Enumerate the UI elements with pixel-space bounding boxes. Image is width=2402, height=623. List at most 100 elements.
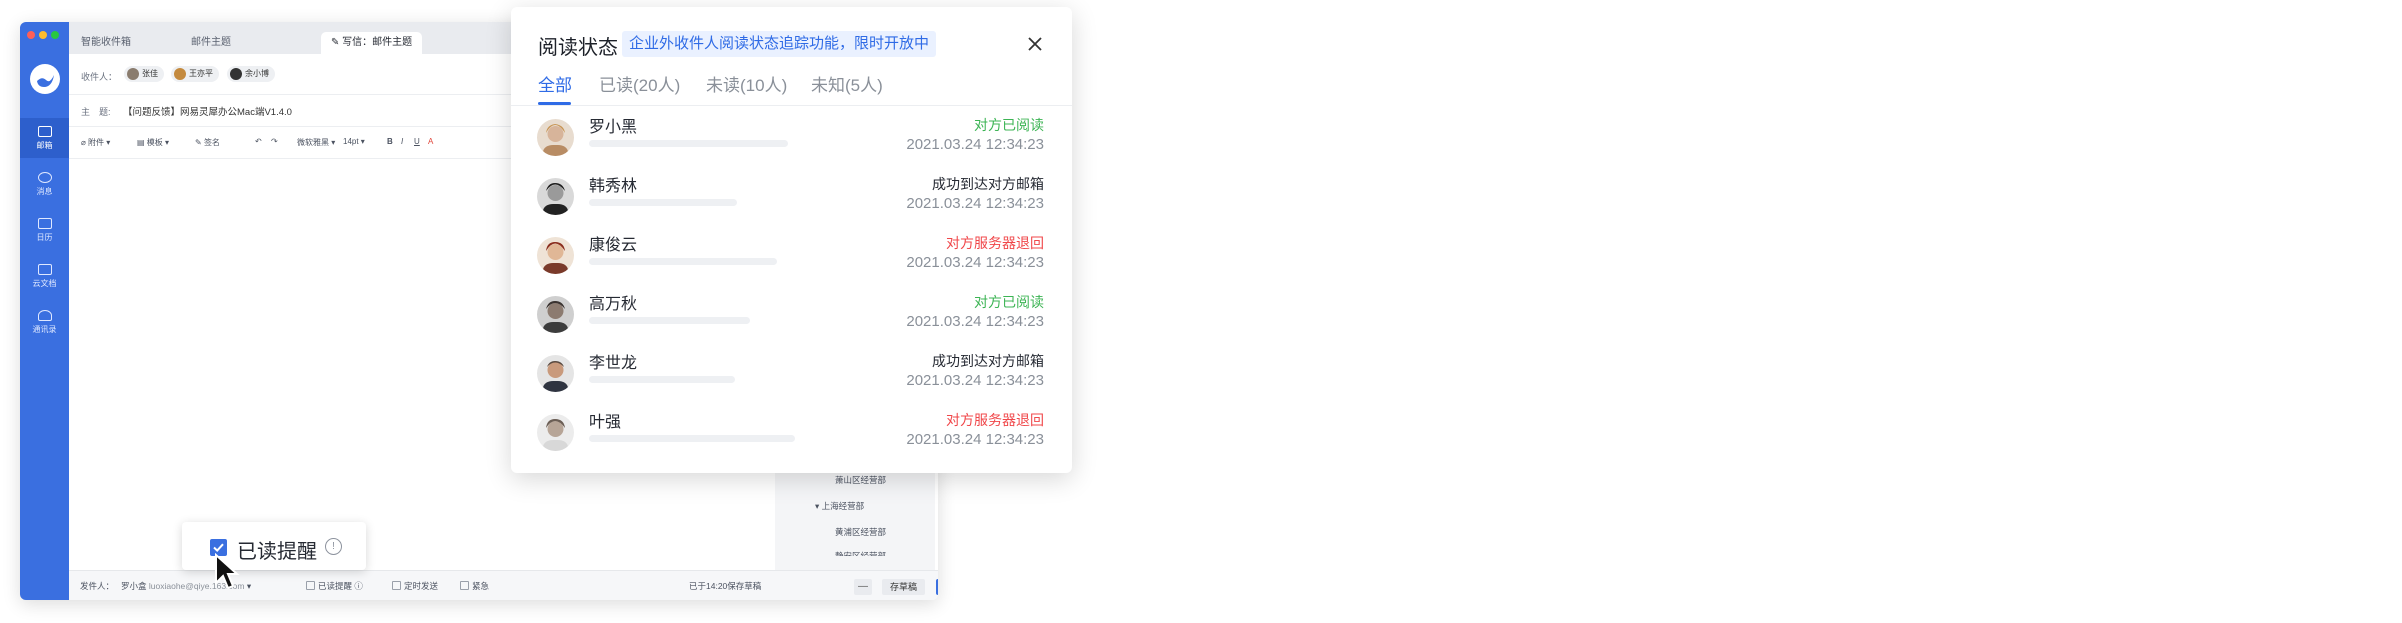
send-button[interactable]: 发送: [936, 579, 938, 595]
delivery-status: 对方服务器退回: [946, 412, 1044, 428]
subject-input[interactable]: 【问题反馈】网易灵犀办公Mac端V1.4.0: [123, 104, 292, 118]
recipient-name: 张佳: [142, 69, 158, 78]
avatar: [537, 355, 574, 392]
redo-icon[interactable]: ↷: [271, 137, 278, 146]
attachment-label: 附件: [88, 138, 105, 147]
org-item[interactable]: ▾ 上海经营部: [815, 500, 864, 512]
promo-badge: 企业外收件人阅读状态追踪功能，限时开放中: [622, 31, 937, 57]
recipients-label: 收件人：: [81, 72, 118, 82]
size-select[interactable]: 14pt ▾: [343, 137, 365, 146]
sidebar-item-label: 通讯录: [32, 324, 57, 334]
draft-status: 已于14:20保存草稿: [689, 581, 762, 591]
urgent-checkbox[interactable]: 紧急: [460, 580, 489, 592]
undo-icon[interactable]: ↶: [255, 137, 262, 146]
placeholder-bar: [589, 435, 795, 442]
org-item[interactable]: 黄浦区经营部: [835, 526, 886, 538]
checkbox-icon: [392, 581, 401, 590]
sidebar-item-contacts[interactable]: 通讯录: [20, 302, 69, 342]
tab-compose[interactable]: ✎ 写信：邮件主题: [321, 32, 423, 54]
calendar-icon: [37, 217, 52, 229]
minimize-button[interactable]: —: [854, 579, 872, 595]
timestamp: 2021.03.24 12:34:23: [906, 254, 1044, 271]
template-button[interactable]: ▤ 模板 ▾: [137, 137, 169, 148]
placeholder-bar: [589, 258, 777, 265]
timestamp: 2021.03.24 12:34:23: [906, 313, 1044, 330]
tab-all[interactable]: 全部: [538, 71, 572, 96]
sidebar-item-label: 邮箱: [36, 140, 53, 150]
org-item[interactable]: 静安区经营部: [835, 550, 886, 556]
sidebar-item-label: 日历: [36, 232, 53, 242]
recipient-name: 王亦平: [189, 69, 213, 78]
tab-smart-inbox[interactable]: 智能收件箱: [71, 32, 141, 54]
sender-name: 罗小盒: [121, 581, 147, 591]
list-item[interactable]: 韩秀林 成功到达对方邮箱 2021.03.24 12:34:23: [511, 172, 1072, 230]
list-item[interactable]: 李世龙 成功到达对方邮箱 2021.03.24 12:34:23: [511, 349, 1072, 407]
delivery-status: 对方已阅读: [974, 117, 1044, 133]
window-minimize-dot[interactable]: [39, 31, 47, 39]
read-receipt-label: 已读提醒: [237, 541, 317, 563]
tab-unknown[interactable]: 未知(5人): [811, 71, 883, 96]
italic-button[interactable]: I: [401, 137, 403, 146]
avatar: [230, 68, 242, 80]
list-item[interactable]: 叶强 对方服务器退回 2021.03.24 12:34:23: [511, 408, 1072, 466]
recipient-name: 韩秀林: [589, 178, 638, 195]
attachment-button[interactable]: ⌀ 附件 ▾: [81, 137, 110, 148]
org-item[interactable]: 萧山区经营部: [835, 474, 886, 486]
window-zoom-dot[interactable]: [51, 31, 59, 39]
avatar: [174, 68, 186, 80]
size-value: 14pt: [343, 137, 359, 146]
avatar: [537, 296, 574, 333]
scheduled-send-label: 定时发送: [404, 581, 439, 591]
avatar: [537, 178, 574, 215]
sidebar-item-message[interactable]: 消息: [20, 164, 69, 204]
tab-read[interactable]: 已读(20人): [599, 71, 680, 96]
sidebar-item-cloud-doc[interactable]: 云文档: [20, 256, 69, 296]
tab-mail-subject[interactable]: 邮件主题: [181, 32, 241, 54]
sidebar-item-calendar[interactable]: 日历: [20, 210, 69, 250]
sidebar-rail: 邮箱 消息 日历 云文档 通讯录: [20, 22, 69, 600]
list-item[interactable]: 高万秋 对方已阅读 2021.03.24 12:34:23: [511, 290, 1072, 348]
cloud-doc-icon: [37, 263, 52, 275]
bottom-bar: 发件人： 罗小盒 luoxiaohe@qiye.163.com ▾ 已读提醒 ⓘ…: [69, 570, 938, 600]
save-draft-button[interactable]: 存草稿: [882, 579, 926, 595]
signature-label: 签名: [203, 138, 220, 147]
recipient-name: 罗小黑: [589, 119, 638, 136]
sidebar-item-label: 云文档: [32, 278, 57, 288]
checkbox-icon: [306, 581, 315, 590]
delivery-status: 对方已阅读: [974, 294, 1044, 310]
sender-label: 发件人：: [80, 581, 115, 591]
underline-button[interactable]: U: [414, 137, 420, 146]
subject-label: 主 题:: [81, 107, 111, 117]
avatar: [537, 119, 574, 156]
sidebar-item-mail[interactable]: 邮箱: [20, 118, 69, 158]
org-tree: 萧山区经营部 ▾ 上海经营部 黄浦区经营部 静安区经营部: [775, 466, 935, 584]
divider: [511, 105, 1072, 106]
info-icon[interactable]: !: [325, 538, 342, 555]
read-receipt-callout: 已读提醒 !: [182, 522, 366, 570]
recipient-chip[interactable]: 张佳: [124, 66, 164, 82]
info-icon: ⓘ: [354, 581, 363, 591]
tab-unread[interactable]: 未读(10人): [706, 71, 787, 96]
recipient-name: 余小博: [245, 69, 269, 78]
timestamp: 2021.03.24 12:34:23: [906, 431, 1044, 448]
read-status-popup: 阅读状态 企业外收件人阅读状态追踪功能，限时开放中 全部 已读(20人) 未读(…: [511, 7, 1072, 473]
recipient-chip[interactable]: 王亦平: [171, 66, 219, 82]
list-item[interactable]: 罗小黑 对方已阅读 2021.03.24 12:34:23: [511, 113, 1072, 171]
font-color-button[interactable]: A: [428, 137, 433, 146]
bold-button[interactable]: B: [387, 137, 393, 146]
font-select[interactable]: 微软雅黑 ▾: [297, 137, 335, 148]
avatar: [537, 414, 574, 451]
close-icon[interactable]: [1024, 33, 1046, 55]
scheduled-send-checkbox[interactable]: 定时发送: [392, 580, 438, 592]
read-receipt-checkbox[interactable]: 已读提醒 ⓘ: [306, 580, 363, 592]
recipient-chip[interactable]: 余小博: [227, 66, 275, 82]
signature-button[interactable]: ✎ 签名: [195, 137, 220, 148]
window-close-dot[interactable]: [27, 31, 35, 39]
delivery-status: 对方服务器退回: [946, 235, 1044, 251]
checkbox-icon: [460, 581, 469, 590]
list-item[interactable]: 康俊云 对方服务器退回 2021.03.24 12:34:23: [511, 231, 1072, 289]
urgent-label: 紧急: [472, 581, 490, 591]
template-label: 模板: [146, 138, 163, 147]
popup-title: 阅读状态: [538, 37, 618, 59]
placeholder-bar: [589, 317, 750, 324]
